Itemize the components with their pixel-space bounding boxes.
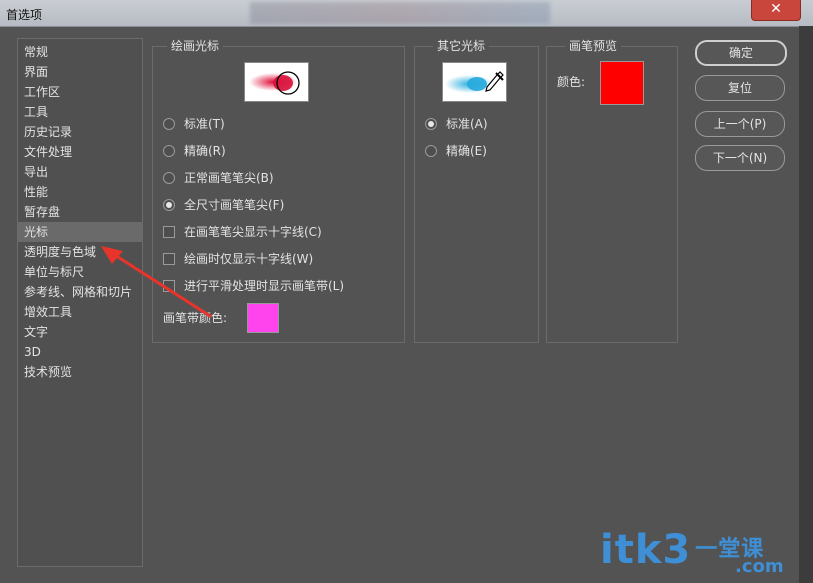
reset-button[interactable]: 复位 xyxy=(695,75,785,101)
other-cursor-preview-image xyxy=(442,62,507,102)
painting-cursor-radio[interactable]: 精确(R) xyxy=(163,142,226,160)
sidebar-item[interactable]: 文件处理 xyxy=(18,142,142,162)
sidebar-item[interactable]: 暂存盘 xyxy=(18,202,142,222)
brush-preview-group: 画笔预览 颜色: xyxy=(546,39,678,343)
radio-label: 精确(R) xyxy=(184,144,226,158)
painting-cursor-checkbox[interactable]: 在画笔笔尖显示十字线(C) xyxy=(163,223,322,241)
title-bar: 首选项 ✕ xyxy=(0,0,813,27)
radio-icon xyxy=(425,118,437,130)
checkbox-label: 在画笔笔尖显示十字线(C) xyxy=(184,225,322,239)
radio-label: 正常画笔笔尖(B) xyxy=(184,171,274,185)
radio-icon xyxy=(163,199,175,211)
radio-icon xyxy=(163,118,175,130)
eyedropper-icon xyxy=(445,71,504,93)
close-button[interactable]: ✕ xyxy=(751,0,801,21)
radio-label: 标准(A) xyxy=(446,117,488,131)
painting-cursor-preview-image xyxy=(244,62,309,102)
brush-preview-legend: 画笔预览 xyxy=(565,39,622,53)
background-taskbar-blur xyxy=(250,2,550,24)
radio-label: 标准(T) xyxy=(184,117,225,131)
next-button[interactable]: 下一个(N) xyxy=(695,145,785,171)
sidebar-item[interactable]: 工作区 xyxy=(18,82,142,102)
radio-icon xyxy=(425,145,437,157)
watermark-domain: .com xyxy=(735,556,784,577)
watermark-text: itk3 xyxy=(600,527,692,573)
radio-icon xyxy=(163,145,175,157)
window-title: 首选项 xyxy=(6,8,43,22)
other-cursors-group: 其它光标 标准(A) 精确(E) xyxy=(414,39,539,343)
sidebar-item[interactable]: 性能 xyxy=(18,182,142,202)
other-cursor-radio[interactable]: 精确(E) xyxy=(425,142,487,160)
sidebar-item[interactable]: 导出 xyxy=(18,162,142,182)
painting-cursor-radio[interactable]: 标准(T) xyxy=(163,115,225,133)
radio-label: 精确(E) xyxy=(446,144,487,158)
painting-cursor-radio[interactable]: 正常画笔笔尖(B) xyxy=(163,169,274,187)
other-cursors-legend: 其它光标 xyxy=(433,39,490,53)
ok-button[interactable]: 确定 xyxy=(695,40,787,66)
annotation-arrow-icon xyxy=(101,246,212,318)
painting-cursors-legend: 绘画光标 xyxy=(167,39,224,53)
window-edge xyxy=(799,26,813,583)
sidebar-item[interactable]: 历史记录 xyxy=(18,122,142,142)
sidebar-item[interactable]: 工具 xyxy=(18,102,142,122)
sidebar-item[interactable]: 常规 xyxy=(18,42,142,62)
brush-preview-color-label: 颜色: xyxy=(557,75,586,89)
sidebar-item[interactable]: 3D xyxy=(18,342,142,362)
radio-icon xyxy=(163,172,175,184)
painting-cursor-radio[interactable]: 全尺寸画笔笔尖(F) xyxy=(163,196,284,214)
radio-label: 全尺寸画笔笔尖(F) xyxy=(184,198,285,212)
sidebar-item[interactable]: 文字 xyxy=(18,322,142,342)
checkbox-icon xyxy=(163,226,175,238)
other-cursor-radio[interactable]: 标准(A) xyxy=(425,115,488,133)
sidebar-item[interactable]: 光标 xyxy=(18,222,142,242)
brush-preview-color-swatch[interactable] xyxy=(600,61,644,105)
brush-stroke-circle-icon xyxy=(249,71,300,95)
sidebar-item[interactable]: 界面 xyxy=(18,62,142,82)
sidebar-item[interactable]: 技术预览 xyxy=(18,362,142,382)
previous-button[interactable]: 上一个(P) xyxy=(695,111,785,137)
leash-color-swatch[interactable] xyxy=(247,303,279,333)
